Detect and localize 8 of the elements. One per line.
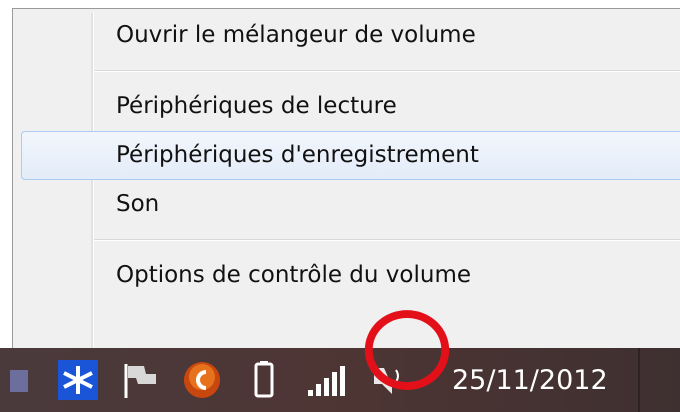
circle-app-icon[interactable] [182,360,222,400]
menu-item[interactable]: Son [21,180,680,229]
menu-item[interactable]: Périphériques de lecture [21,82,680,131]
menu-item[interactable]: Ouvrir le mélangeur de volume [21,11,680,60]
snowflake-icon[interactable] [58,360,98,400]
menu-item[interactable]: Options de contrôle du volume [21,251,680,300]
menu-item[interactable]: Périphériques d'enregistrement [21,131,680,180]
clock-date[interactable]: 25/11/2012 [452,364,608,396]
